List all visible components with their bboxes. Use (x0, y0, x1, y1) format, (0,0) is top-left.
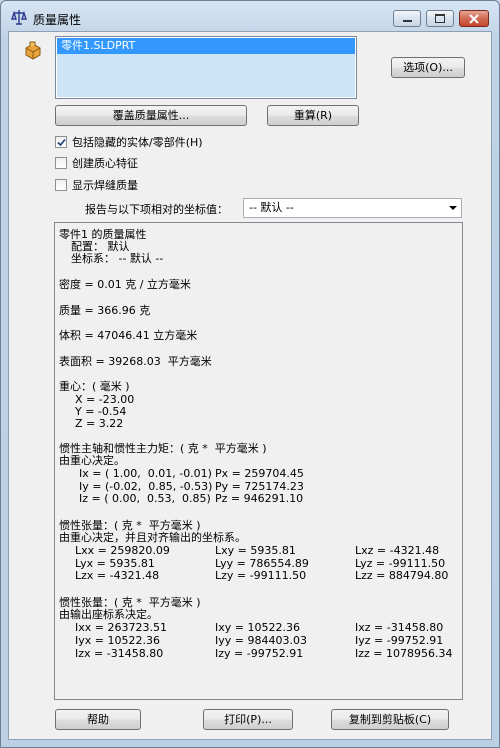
volume-value: 体积 = 47046.41 立方毫米 (59, 329, 198, 342)
tensor-iyx: Iyx = 10522.36 (75, 634, 160, 647)
principal-iz: Iz = ( 0.00, 0.53, 0.85) (79, 492, 211, 505)
list-selection-area (57, 54, 355, 97)
recalculate-button[interactable]: 重算(R) (267, 105, 359, 126)
coordinate-system-dropdown[interactable]: -- 默认 -- (243, 198, 462, 218)
density-value: 密度 = 0.01 克 / 立方毫米 (59, 278, 191, 291)
tensor-lxx: Lxx = 259820.09 (75, 544, 170, 557)
coordinate-system-label: 报告与以下项相对的坐标值： (85, 203, 228, 216)
part-icon (23, 40, 43, 60)
selected-items-list[interactable]: 零件1.SLDPRT (55, 36, 357, 99)
inertia-tensor-output-subtitle: 由输出座标系决定。 (59, 608, 158, 621)
create-com-feature-option[interactable]: 创建质心特征 (55, 155, 138, 171)
center-of-mass-title: 重心：( 毫米 ) (59, 380, 130, 393)
show-weld-label: 显示焊缝质量 (72, 179, 138, 192)
tensor-iyy: Iyy = 984403.03 (215, 634, 307, 647)
help-button[interactable]: 帮助 (55, 709, 141, 730)
tensor-lxy: Lxy = 5935.81 (215, 544, 296, 557)
principal-ix: Ix = ( 1.00, 0.01, -0.01) (79, 467, 212, 480)
minimize-icon (402, 20, 412, 22)
inertia-tensor-com-subtitle: 由重心决定，并且对齐输出的坐标系。 (59, 531, 246, 544)
close-button[interactable] (459, 10, 489, 27)
tensor-lzy: Lzy = -99111.50 (215, 569, 307, 582)
report-coordsys: 坐标系： -- 默认 -- (71, 252, 164, 265)
print-button[interactable]: 打印(P)... (203, 709, 293, 730)
copy-to-clipboard-button[interactable]: 复制到剪贴板(C) (331, 709, 449, 730)
override-mass-properties-button[interactable]: 覆盖质量属性... (55, 105, 247, 126)
list-item-part[interactable]: 零件1.SLDPRT (57, 38, 355, 54)
include-hidden-bodies-option[interactable]: 包括隐藏的实体/零部件(H) (55, 134, 203, 150)
tensor-ixy: Ixy = 10522.36 (215, 621, 300, 634)
maximize-button[interactable] (426, 10, 454, 27)
mass-properties-report[interactable]: 零件1 的质量属性 配置： 默认 坐标系： -- 默认 -- 密度 = 0.01… (54, 222, 463, 700)
window-title: 质量属性 (33, 13, 82, 27)
chevron-down-icon (449, 206, 457, 210)
tensor-iyz: Iyz = -99752.91 (355, 634, 444, 647)
tensor-lzx: Lzx = -4321.48 (75, 569, 160, 582)
coordinate-system-value: -- 默认 -- (249, 201, 294, 214)
tensor-ixx: Ixx = 263723.51 (75, 621, 167, 634)
mass-value: 质量 = 366.96 克 (59, 304, 151, 317)
create-com-label: 创建质心特征 (72, 157, 138, 170)
show-weld-checkbox[interactable] (55, 179, 67, 191)
options-button[interactable]: 选项(O)... (391, 57, 465, 78)
tensor-izy: Izy = -99752.91 (215, 647, 304, 660)
tensor-izz: Izz = 1078956.34 (355, 647, 453, 660)
title-bar[interactable]: 质量属性 (1, 1, 499, 35)
principal-px: Px = 259704.45 (215, 467, 304, 480)
show-weld-mass-option[interactable]: 显示焊缝质量 (55, 177, 138, 193)
maximize-icon (435, 14, 445, 23)
tensor-izx: Izx = -31458.80 (75, 647, 164, 660)
tensor-ixz: Ixz = -31458.80 (355, 621, 444, 634)
include-hidden-label: 包括隐藏的实体/零部件(H) (72, 136, 203, 149)
tensor-lzz: Lzz = 884794.80 (355, 569, 449, 582)
principal-axes-subtitle: 由重心决定。 (59, 454, 125, 467)
checkmark-icon (56, 138, 66, 146)
close-icon (469, 13, 479, 24)
minimize-button[interactable] (393, 10, 421, 27)
tensor-lxz: Lxz = -4321.48 (355, 544, 440, 557)
com-z-value: Z = 3.22 (75, 417, 124, 430)
solidworks-logo-icon (11, 9, 27, 25)
dialog-body: 零件1.SLDPRT 选项(O)... 覆盖质量属性... 重算(R) 包括隐藏… (8, 31, 492, 740)
include-hidden-checkbox[interactable] (55, 136, 67, 148)
mass-properties-window: 质量属性 零件1.SLDPRT 选项(O)... 覆盖质量属性... 重算(R)… (0, 0, 500, 748)
principal-pz: Pz = 946291.10 (215, 492, 304, 505)
surface-area-value: 表面积 = 39268.03 平方毫米 (59, 355, 212, 368)
create-com-checkbox[interactable] (55, 157, 67, 169)
